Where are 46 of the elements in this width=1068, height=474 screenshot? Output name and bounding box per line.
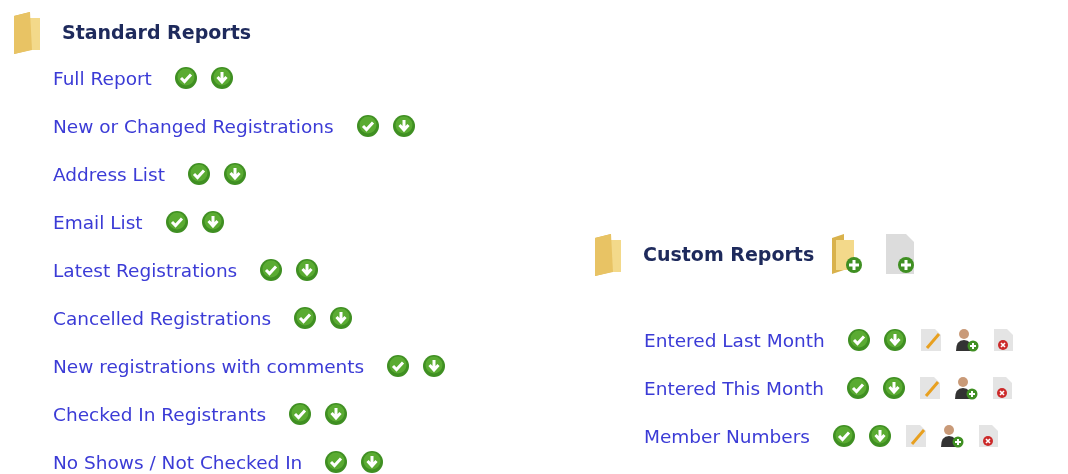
check-icon[interactable]: [288, 402, 313, 426]
check-icon[interactable]: [386, 354, 411, 378]
check-icon[interactable]: [846, 328, 871, 352]
report-link[interactable]: Latest Registrations: [53, 259, 238, 281]
edit-icon[interactable]: [918, 328, 943, 352]
download-icon[interactable]: [200, 210, 225, 234]
check-icon[interactable]: [831, 424, 856, 448]
report-link[interactable]: Checked In Registrants: [53, 403, 267, 425]
download-icon[interactable]: [360, 450, 385, 474]
download-icon[interactable]: [391, 114, 416, 138]
report-link[interactable]: No Shows / Not Checked In: [53, 451, 303, 473]
check-icon[interactable]: [186, 162, 211, 186]
folder-icon: [12, 10, 42, 54]
check-icon[interactable]: [845, 376, 870, 400]
report-link[interactable]: New or Changed Registrations: [53, 115, 334, 137]
section-title: Standard Reports: [62, 21, 252, 43]
report-link[interactable]: Address List: [53, 163, 165, 185]
report-link[interactable]: Entered This Month: [644, 377, 824, 399]
report-link[interactable]: Full Report: [53, 67, 152, 89]
report-link[interactable]: Email List: [53, 211, 143, 233]
add-user-icon[interactable]: [953, 376, 978, 400]
add-user-icon[interactable]: [939, 424, 964, 448]
check-icon[interactable]: [355, 114, 380, 138]
download-icon[interactable]: [209, 66, 234, 90]
download-icon[interactable]: [882, 328, 907, 352]
report-link[interactable]: Member Numbers: [644, 425, 810, 447]
section-title: Custom Reports: [643, 243, 815, 265]
download-icon[interactable]: [329, 306, 354, 330]
edit-icon[interactable]: [903, 424, 928, 448]
download-icon[interactable]: [324, 402, 349, 426]
check-icon[interactable]: [293, 306, 318, 330]
download-icon[interactable]: [881, 376, 906, 400]
check-icon[interactable]: [173, 66, 198, 90]
report-link[interactable]: New registrations with comments: [53, 355, 365, 377]
report-link[interactable]: Entered Last Month: [644, 329, 825, 351]
download-icon[interactable]: [867, 424, 892, 448]
check-icon[interactable]: [164, 210, 189, 234]
folder-icon: [593, 232, 623, 276]
add-user-icon[interactable]: [954, 328, 979, 352]
report-link[interactable]: Cancelled Registrations: [53, 307, 272, 329]
download-icon[interactable]: [295, 258, 320, 282]
download-icon[interactable]: [222, 162, 247, 186]
edit-icon[interactable]: [917, 376, 942, 400]
check-icon[interactable]: [324, 450, 349, 474]
check-icon[interactable]: [259, 258, 284, 282]
download-icon[interactable]: [422, 354, 447, 378]
